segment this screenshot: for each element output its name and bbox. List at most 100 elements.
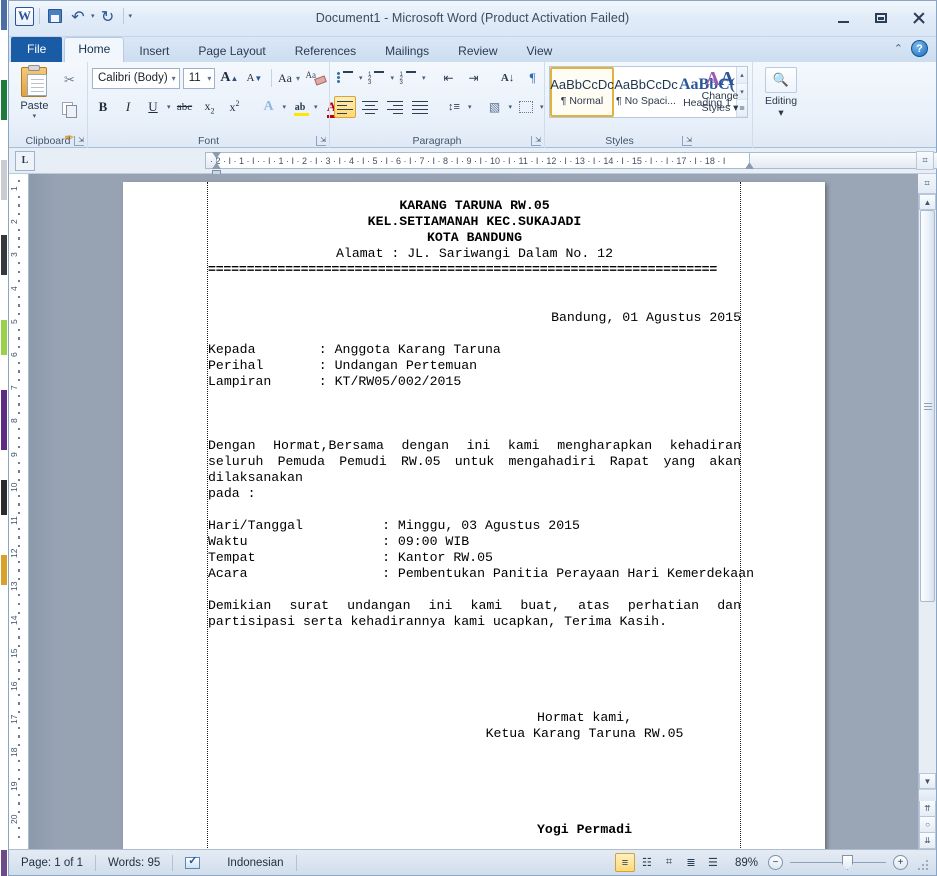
scrollbar-track[interactable] xyxy=(919,210,936,773)
zoom-in-button[interactable]: + xyxy=(893,855,908,870)
tab-home[interactable]: Home xyxy=(64,37,125,62)
font-name-combo[interactable]: Calibri (Body) ▾ xyxy=(92,67,180,89)
document-canvas[interactable]: KARANG TARUNA RW.05 KEL.SETIAMANAH KEC.SU… xyxy=(29,174,918,849)
strikethrough-button[interactable]: abc xyxy=(174,96,196,118)
zoom-level-label[interactable]: 89% xyxy=(725,857,766,869)
scroll-down-button[interactable]: ▼ xyxy=(919,773,936,789)
styles-dialog-launcher[interactable]: ⇲ xyxy=(682,136,692,146)
zoom-slider[interactable] xyxy=(790,855,886,870)
status-word-count[interactable]: Words: 95 xyxy=(96,850,172,876)
italic-button[interactable]: I xyxy=(117,96,139,118)
multilevel-dropdown-icon[interactable]: ▾ xyxy=(422,74,426,82)
shading-dropdown-icon[interactable]: ▾ xyxy=(509,103,513,111)
tab-references[interactable]: References xyxy=(281,39,370,62)
window-resize-grip[interactable] xyxy=(914,856,928,870)
cut-button[interactable]: ✂ xyxy=(58,69,80,91)
clear-formatting-button[interactable] xyxy=(303,67,325,89)
borders-button[interactable] xyxy=(515,96,537,118)
minimize-button[interactable] xyxy=(832,8,854,28)
underline-dropdown-icon[interactable]: ▾ xyxy=(167,103,171,111)
clipboard-dialog-launcher[interactable]: ⇲ xyxy=(74,136,84,146)
numbering-dropdown-icon[interactable]: ▾ xyxy=(391,74,395,82)
scrollbar-top-corner[interactable]: ⌗ xyxy=(918,174,936,194)
first-line-indent-marker[interactable] xyxy=(212,152,221,158)
numbering-button[interactable]: 123 xyxy=(366,67,388,89)
editing-button[interactable]: 🔍 Editing ▾ xyxy=(757,67,805,119)
font-size-combo[interactable]: 11 ▾ xyxy=(182,67,216,89)
line-spacing-button[interactable]: ↕≡ xyxy=(443,96,465,118)
shrink-font-button[interactable]: A ▼ xyxy=(243,67,265,89)
decrease-indent-button[interactable]: ⇤ xyxy=(438,67,460,89)
text-effects-button[interactable]: A xyxy=(258,96,280,118)
paragraph-dialog-launcher[interactable]: ⇲ xyxy=(531,136,541,146)
editing-dropdown-icon[interactable]: ▾ xyxy=(757,107,805,119)
highlight-dropdown-icon[interactable]: ▾ xyxy=(314,103,318,111)
highlight-button[interactable]: ab xyxy=(289,96,311,118)
line-spacing-dropdown-icon[interactable]: ▾ xyxy=(468,103,472,111)
tab-page-layout[interactable]: Page Layout xyxy=(184,39,279,62)
bullets-dropdown-icon[interactable]: ▾ xyxy=(359,74,363,82)
tab-file[interactable]: File xyxy=(11,37,63,62)
center-button[interactable] xyxy=(359,96,381,118)
scroll-up-button[interactable]: ▲ xyxy=(919,194,936,210)
tab-stop-selector[interactable]: L xyxy=(15,150,35,171)
document-blank-line xyxy=(208,582,741,598)
justify-button[interactable] xyxy=(409,96,431,118)
tab-insert[interactable]: Insert xyxy=(125,39,183,62)
vertical-scrollbar[interactable]: ⌗ ▲ ▼ ⇈ ○ ⇊ xyxy=(918,174,936,849)
vertical-ruler-tick xyxy=(18,735,20,738)
zoom-slider-thumb[interactable] xyxy=(842,855,853,870)
grow-font-button[interactable]: A ▲ xyxy=(218,67,240,89)
scrollbar-thumb[interactable] xyxy=(920,210,935,602)
zoom-out-button[interactable]: − xyxy=(768,855,783,870)
vertical-ruler[interactable]: 1 2 3 4 5 6 7 8 9 10 11 12 13 14 15 16 17 18 19 20 xyxy=(9,174,29,849)
right-indent-marker[interactable] xyxy=(745,163,754,169)
subscript-button[interactable]: x2 xyxy=(199,96,221,118)
status-proofing[interactable] xyxy=(173,850,215,876)
superscript-button[interactable]: x2 xyxy=(224,96,246,118)
maximize-button[interactable] xyxy=(870,8,892,28)
show-formatting-marks-button[interactable]: ¶ xyxy=(522,67,544,89)
align-right-button[interactable] xyxy=(384,96,406,118)
scrollbar-splitter[interactable] xyxy=(919,789,936,801)
view-print-layout-button[interactable]: ≡ xyxy=(614,853,635,872)
text-effects-dropdown-icon[interactable]: ▾ xyxy=(283,103,287,111)
style-normal[interactable]: AaBbCcDc ¶ Normal xyxy=(550,67,614,117)
font-dialog-launcher[interactable]: ⇲ xyxy=(316,136,326,146)
tab-view[interactable]: View xyxy=(513,39,567,62)
increase-indent-button[interactable]: ⇥ xyxy=(463,67,485,89)
underline-button[interactable]: U xyxy=(142,96,164,118)
multilevel-list-button[interactable]: 123 xyxy=(397,67,419,89)
underline-icon: U xyxy=(148,99,158,114)
view-draft-button[interactable]: ☰ xyxy=(703,853,723,872)
view-web-layout-button[interactable]: ⌗ xyxy=(659,853,679,872)
shading-button[interactable]: ▧ xyxy=(484,96,506,118)
document-text[interactable]: KARANG TARUNA RW.05 KEL.SETIAMANAH KEC.SU… xyxy=(208,198,754,838)
paste-dropdown-icon[interactable]: ▾ xyxy=(13,112,56,120)
status-language[interactable]: Indonesian xyxy=(215,850,295,876)
view-outline-button[interactable]: ≣ xyxy=(681,853,701,872)
close-button[interactable] xyxy=(908,8,930,28)
page-corner-button[interactable]: ⌗ xyxy=(916,151,934,170)
next-page-button[interactable]: ⇊ xyxy=(919,833,936,849)
select-browse-object-button[interactable]: ○ xyxy=(919,817,936,833)
previous-page-button[interactable]: ⇈ xyxy=(919,801,936,817)
change-case-button[interactable]: Aa ▾ xyxy=(278,67,300,89)
sort-button[interactable]: A↓ xyxy=(497,67,519,89)
tab-review[interactable]: Review xyxy=(444,39,511,62)
style-no-spacing[interactable]: AaBbCcDc ¶ No Spaci... xyxy=(614,67,678,117)
view-full-screen-reading-button[interactable]: ☷ xyxy=(637,853,657,872)
status-page-number[interactable]: Page: 1 of 1 xyxy=(9,850,95,876)
collapse-ribbon-icon[interactable]: ⌃ xyxy=(894,42,903,55)
tab-mailings[interactable]: Mailings xyxy=(371,39,443,62)
vertical-ruler-tick xyxy=(18,660,20,663)
change-styles-button[interactable]: AA Change Styles ▾ xyxy=(692,64,748,114)
bullets-button[interactable] xyxy=(334,67,356,89)
help-icon[interactable]: ? xyxy=(911,40,928,57)
horizontal-ruler[interactable]: · 2 · I · 1 · I · · I · 1 · I · 2 · I · … xyxy=(205,152,937,177)
document-page[interactable]: KARANG TARUNA RW.05 KEL.SETIAMANAH KEC.SU… xyxy=(123,182,825,849)
copy-button[interactable] xyxy=(58,98,80,120)
align-left-button[interactable] xyxy=(334,96,356,118)
bold-button[interactable]: B xyxy=(92,96,114,118)
hanging-indent-marker[interactable] xyxy=(212,163,221,169)
